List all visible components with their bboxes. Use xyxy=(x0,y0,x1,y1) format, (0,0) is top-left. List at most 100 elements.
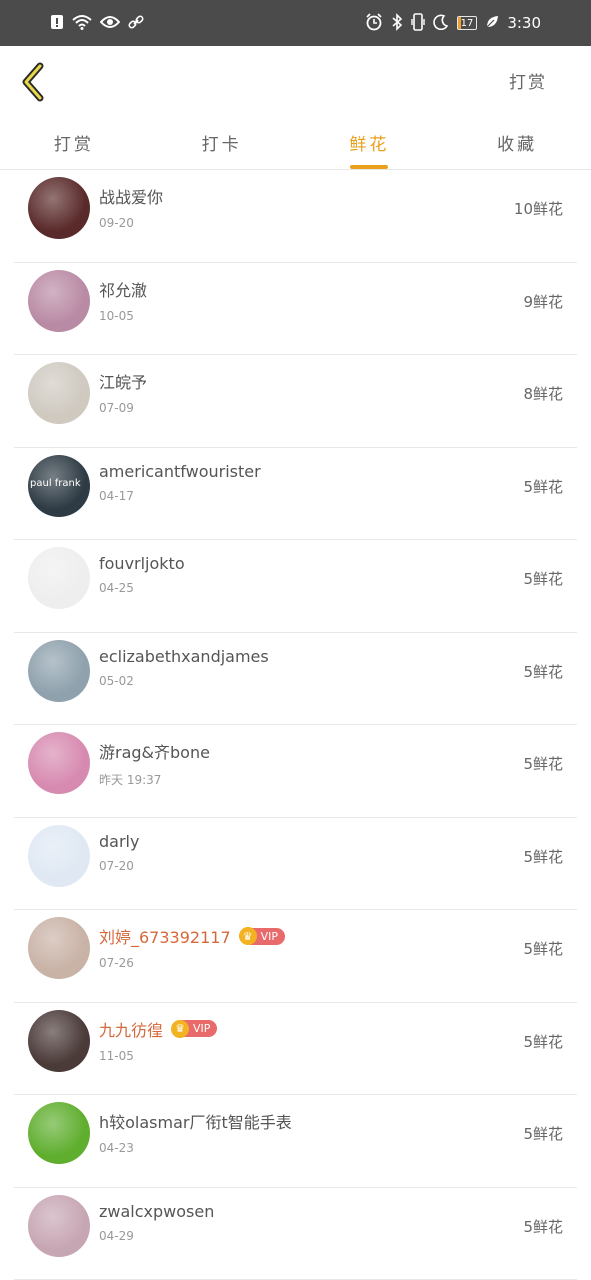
avatar[interactable] xyxy=(28,362,90,424)
user-name[interactable]: h较olasmar厂衔t智能手表 xyxy=(99,1109,292,1133)
avatar[interactable] xyxy=(28,917,90,979)
user-name[interactable]: 九九彷徨 xyxy=(99,1017,163,1041)
vip-badge: ♛ VIP xyxy=(171,1019,218,1038)
user-info: zwalcxpwosen 04-29 xyxy=(99,1202,214,1243)
user-name[interactable]: americantfwourister xyxy=(99,462,261,481)
header: 打赏 xyxy=(0,46,591,118)
avatar[interactable] xyxy=(28,639,90,702)
battery-icon: 17 xyxy=(456,16,478,30)
timestamp: 05-02 xyxy=(99,673,134,688)
user-name-row: darly xyxy=(99,832,139,851)
user-info: 游rag&齐bone 昨天 19:37 xyxy=(99,739,210,788)
timestamp: 11-05 xyxy=(99,1048,134,1063)
list-item[interactable]: eclizabethxandjames 05-02 5鲜花 xyxy=(14,633,577,725)
timestamp: 04-25 xyxy=(99,581,134,595)
alarm-icon xyxy=(365,12,383,34)
vibrate-icon xyxy=(410,12,425,34)
chevron-left-icon xyxy=(22,62,44,102)
flower-list: 战战爱你 09-20 10鲜花祁允澈 10-05 9鲜花江皖予 07-09 8鲜花 paul … xyxy=(0,170,591,1280)
user-name[interactable]: fouvrljokto xyxy=(99,554,185,573)
avatar[interactable] xyxy=(28,1009,90,1072)
wifi-icon xyxy=(72,14,92,33)
flower-count: 8鲜花 xyxy=(523,385,563,403)
user-name[interactable]: 刘婷_673392117 xyxy=(99,924,231,948)
flower-count: 5鲜花 xyxy=(523,1217,563,1236)
user-name[interactable]: eclizabethxandjames xyxy=(99,647,269,666)
list-item[interactable]: 刘婷_673392117 ♛ VIP 07-26 5鲜花 xyxy=(14,910,577,1003)
user-info: fouvrljokto 04-25 xyxy=(99,554,185,595)
list-item[interactable]: 江皖予 07-09 8鲜花 xyxy=(14,355,577,448)
list-item[interactable]: 祁允澈 10-05 9鲜花 xyxy=(14,263,577,355)
list-item[interactable]: darly 07-20 5鲜花 xyxy=(14,818,577,910)
avatar[interactable] xyxy=(28,547,90,609)
user-name-row: americantfwourister xyxy=(99,462,261,481)
tab-favorites[interactable]: 收藏 xyxy=(443,118,591,169)
crown-icon: ♛ xyxy=(238,927,257,945)
user-name-row: 祁允澈 xyxy=(99,277,147,301)
bluetooth-icon xyxy=(391,12,403,34)
vip-label: VIP xyxy=(260,929,279,943)
user-name[interactable]: darly xyxy=(99,832,139,851)
list-item[interactable]: 战战爱你 09-20 10鲜花 xyxy=(14,170,577,263)
moon-icon xyxy=(432,14,449,33)
timestamp: 04-29 xyxy=(99,1228,134,1243)
status-bar: 17 3:30 xyxy=(0,0,591,46)
avatar[interactable] xyxy=(28,177,90,239)
avatar[interactable] xyxy=(28,1194,90,1257)
reward-button[interactable]: 打赏 xyxy=(509,68,547,93)
user-info: 九九彷徨 ♛ VIP 11-05 xyxy=(99,1017,218,1063)
user-name-row: h较olasmar厂衔t智能手表 xyxy=(99,1109,292,1133)
crown-icon: ♛ xyxy=(171,1019,190,1038)
user-name-row: 战战爱你 xyxy=(99,184,163,208)
avatar-logo-text: paul frank xyxy=(30,477,81,489)
avatar[interactable] xyxy=(28,1102,90,1164)
avatar[interactable]: paul frank xyxy=(28,454,90,517)
user-name[interactable]: 江皖予 xyxy=(99,369,147,393)
avatar[interactable] xyxy=(28,824,90,887)
timestamp: 04-17 xyxy=(99,488,134,503)
user-name[interactable]: 战战爱你 xyxy=(99,184,163,208)
flower-count: 5鲜花 xyxy=(523,1125,563,1143)
flower-count: 5鲜花 xyxy=(523,755,563,773)
flower-count: 5鲜花 xyxy=(523,570,563,588)
tab-reward[interactable]: 打赏 xyxy=(0,118,148,169)
list-item[interactable]: 九九彷徨 ♛ VIP 11-05 5鲜花 xyxy=(14,1003,577,1095)
timestamp: 07-09 xyxy=(99,401,134,415)
vip-label: VIP xyxy=(193,1022,211,1035)
avatar[interactable] xyxy=(28,269,90,332)
user-info: americantfwourister 04-17 xyxy=(99,462,261,503)
user-name-row: fouvrljokto xyxy=(99,554,185,573)
tab-flowers[interactable]: 鲜花 xyxy=(296,118,444,169)
timestamp: 04-23 xyxy=(99,1141,134,1155)
battery-level: 17 xyxy=(460,17,474,29)
timestamp: 07-26 xyxy=(99,956,134,970)
flower-count: 10鲜花 xyxy=(513,200,563,218)
user-name-row: 游rag&齐bone xyxy=(99,739,210,763)
leaf-icon xyxy=(485,15,499,32)
eye-icon xyxy=(99,15,121,32)
user-info: eclizabethxandjames 05-02 xyxy=(99,647,269,688)
list-item[interactable]: h较olasmar厂衔t智能手表 04-23 5鲜花 xyxy=(14,1095,577,1188)
back-button[interactable] xyxy=(18,60,58,104)
list-item[interactable]: paul frank americantfwourister 04-17 5鲜花 xyxy=(14,448,577,540)
timestamp: 07-20 xyxy=(99,858,134,873)
link-icon xyxy=(128,14,144,33)
user-name-row: 江皖予 xyxy=(99,369,147,393)
list-item[interactable]: fouvrljokto 04-25 5鲜花 xyxy=(14,540,577,633)
tab-bar: 打赏 打卡 鲜花 收藏 xyxy=(0,118,591,170)
list-item[interactable]: zwalcxpwosen 04-29 5鲜花 xyxy=(14,1188,577,1280)
user-name[interactable]: zwalcxpwosen xyxy=(99,1202,214,1221)
user-info: darly 07-20 xyxy=(99,832,139,873)
tab-checkin[interactable]: 打卡 xyxy=(148,118,296,169)
list-item[interactable]: 游rag&齐bone 昨天 19:37 5鲜花 xyxy=(14,725,577,818)
flower-count: 5鲜花 xyxy=(523,940,563,958)
user-name-row: eclizabethxandjames xyxy=(99,647,269,666)
vip-badge: ♛ VIP xyxy=(238,927,286,945)
user-name-row: 刘婷_673392117 ♛ VIP xyxy=(99,924,286,948)
user-name[interactable]: 祁允澈 xyxy=(99,277,147,301)
user-info: 祁允澈 10-05 xyxy=(99,277,147,323)
avatar[interactable] xyxy=(28,732,90,794)
timestamp: 09-20 xyxy=(99,216,134,230)
user-name[interactable]: 游rag&齐bone xyxy=(99,739,210,763)
alert-icon xyxy=(50,14,64,33)
